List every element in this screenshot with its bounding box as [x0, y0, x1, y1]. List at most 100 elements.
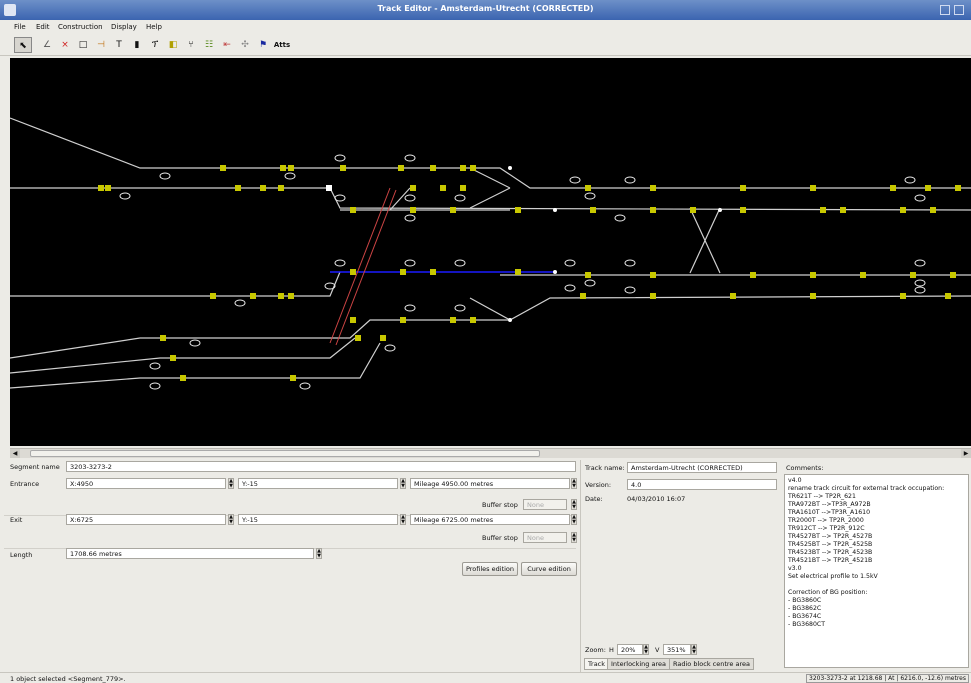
length-stepper[interactable]: ▲ ▼: [316, 548, 322, 559]
entrance-x-field[interactable]: X:4950: [66, 478, 226, 489]
balise-marker: [350, 207, 356, 213]
balise-marker: [890, 185, 896, 191]
gear-icon[interactable]: ✣: [236, 37, 254, 53]
balise-marker: [650, 293, 656, 299]
balise-marker: [740, 185, 746, 191]
buffer-icon[interactable]: ⊣: [92, 37, 110, 53]
version-field[interactable]: 4.0: [627, 479, 777, 490]
balise-marker: [355, 335, 361, 341]
exit-buffer-stop-select[interactable]: None: [523, 532, 567, 543]
balise-marker: [105, 185, 111, 191]
signal-symbol: [584, 192, 596, 200]
scroll-right-icon[interactable]: ▶: [961, 449, 971, 458]
delete-icon[interactable]: ×: [56, 37, 74, 53]
entrance-buffer-stop-select[interactable]: None: [523, 499, 567, 510]
segment-name-field[interactable]: 3203-3273-2: [66, 461, 576, 472]
balise-marker: [400, 317, 406, 323]
exit-mileage-field[interactable]: Mileage 6725.00 metres: [410, 514, 570, 525]
entrance-y-stepper[interactable]: ▲ ▼: [400, 478, 406, 489]
comments-textarea[interactable]: v4.0 rename track circuit for external t…: [784, 474, 969, 668]
entrance-x-stepper[interactable]: ▲ ▼: [228, 478, 234, 489]
node-marker: [553, 270, 557, 274]
exit-buffer-stop-chevron-icon[interactable]: ▲ ▼: [571, 532, 577, 543]
length-field[interactable]: 1708.66 metres: [66, 548, 314, 559]
maximize-button[interactable]: [954, 5, 964, 15]
exit-x-stepper[interactable]: ▲ ▼: [228, 514, 234, 525]
node-marker: [508, 318, 512, 322]
menu-file[interactable]: File: [14, 23, 26, 31]
entrance-y-field[interactable]: Y:-15: [238, 478, 398, 489]
select-icon[interactable]: ⬉: [14, 37, 32, 53]
menu-bar: File Edit Construction Display Help: [0, 20, 971, 34]
scroll-left-icon[interactable]: ◀: [10, 449, 20, 458]
node-icon[interactable]: □: [74, 37, 92, 53]
entrance-buffer-stop-chevron-icon[interactable]: ▲ ▼: [571, 499, 577, 510]
signal-symbol: [384, 344, 396, 352]
track-canvas[interactable]: [10, 58, 971, 446]
balise-marker: [160, 335, 166, 341]
signal-icon[interactable]: ▮: [128, 37, 146, 53]
switch-icon[interactable]: ⑂: [182, 37, 200, 53]
marker-icon[interactable]: ⇤: [218, 37, 236, 53]
menu-edit[interactable]: Edit: [36, 23, 50, 31]
signal-symbol: [404, 214, 416, 222]
exit-x-field[interactable]: X:6725: [66, 514, 226, 525]
balise-marker: [260, 185, 266, 191]
tab-interlocking-area[interactable]: Interlocking area: [607, 658, 670, 670]
signal-symbol: [404, 259, 416, 267]
balise-icon[interactable]: ◧: [164, 37, 182, 53]
cursor-position-readout: 3203-3273-2 at 1218.68 | At | 6216.0, -1…: [806, 674, 969, 683]
signal-symbol: [159, 172, 171, 180]
signal-symbol: [914, 286, 926, 294]
track-name-field[interactable]: Amsterdam-Utrecht (CORRECTED): [627, 462, 777, 473]
signal-symbol: [454, 194, 466, 202]
entrance-mileage-stepper[interactable]: ▲ ▼: [571, 478, 577, 489]
signal-symbol: [334, 259, 346, 267]
minimize-button[interactable]: [940, 5, 950, 15]
level-crossing-icon[interactable]: ☷: [200, 37, 218, 53]
balise-marker: [288, 165, 294, 171]
tab-track[interactable]: Track: [584, 658, 610, 670]
horizontal-scrollbar[interactable]: ◀ ▶: [10, 448, 971, 458]
track-line: [10, 295, 971, 359]
entrance-mileage-field[interactable]: Mileage 4950.00 metres: [410, 478, 570, 489]
signal-symbol: [189, 339, 201, 347]
zoom-h-stepper[interactable]: ▲ ▼: [643, 644, 649, 655]
signal-symbol: [119, 192, 131, 200]
exit-mileage-stepper[interactable]: ▲ ▼: [571, 514, 577, 525]
text-icon[interactable]: T: [110, 37, 128, 53]
signal-symbol: [454, 304, 466, 312]
balise-marker: [810, 185, 816, 191]
menu-display[interactable]: Display: [111, 23, 137, 31]
balise-marker: [410, 207, 416, 213]
exit-label: Exit: [10, 516, 23, 524]
balise-marker: [220, 165, 226, 171]
exit-y-stepper[interactable]: ▲ ▼: [400, 514, 406, 525]
zoom-v-field[interactable]: 351%: [663, 644, 691, 655]
scroll-thumb[interactable]: [30, 450, 540, 457]
entrance-buffer-stop-label: Buffer stop: [482, 501, 518, 509]
signal-symbol: [624, 176, 636, 184]
balise-marker: [210, 293, 216, 299]
balise-marker: [350, 269, 356, 275]
balise-marker: [590, 207, 596, 213]
balise-marker: [750, 272, 756, 278]
exit-y-field[interactable]: Y:-15: [238, 514, 398, 525]
profiles-edition-button[interactable]: Profiles edition: [462, 562, 518, 576]
exit-buffer-stop-label: Buffer stop: [482, 534, 518, 542]
track-line: [10, 337, 356, 374]
signal-post-icon[interactable]: ፕ: [146, 37, 164, 53]
menu-construction[interactable]: Construction: [58, 23, 103, 31]
curve-edition-button[interactable]: Curve edition: [521, 562, 577, 576]
menu-help[interactable]: Help: [146, 23, 162, 31]
zoom-v-stepper[interactable]: ▲ ▼: [691, 644, 697, 655]
track-line: [469, 187, 511, 209]
tab-radio-block-centre-area[interactable]: Radio block centre area: [669, 658, 754, 670]
atts-button[interactable]: Atts: [270, 37, 294, 53]
zoom-h-field[interactable]: 20%: [617, 644, 643, 655]
track-line: [10, 117, 971, 189]
balise-marker: [350, 317, 356, 323]
segment-icon[interactable]: ∠: [38, 37, 56, 53]
track-layout-svg[interactable]: [10, 58, 971, 446]
balise-marker: [235, 185, 241, 191]
